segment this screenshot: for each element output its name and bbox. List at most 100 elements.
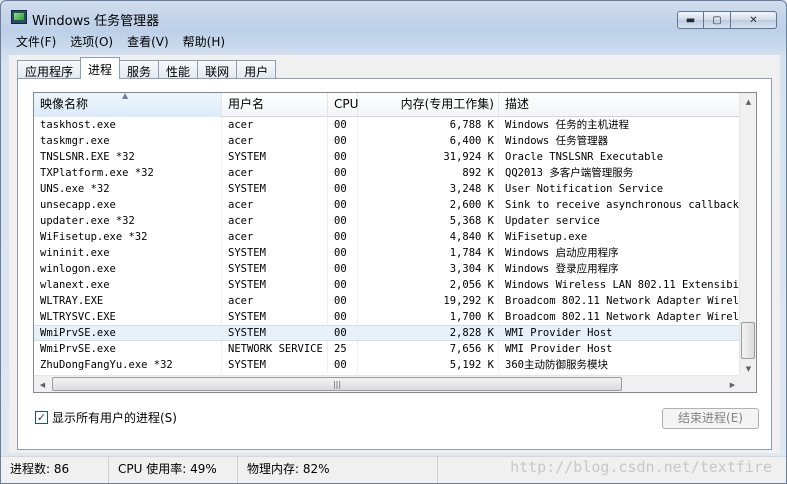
show-all-users-label: 显示所有用户的进程(S) [52, 411, 177, 425]
table-row[interactable]: TNSLSNR.EXE *32 SYSTEM 00 31,924 K Oracle TN… [34, 149, 741, 165]
table-row[interactable]: ZhuDongFangYu.exe *32 SYSTEM 00 5,192 K 360主… [34, 357, 741, 373]
cell-cpu: 00 [328, 181, 358, 197]
vertical-scrollbar[interactable]: ▲ ▼ [739, 93, 756, 377]
cell-memory: 892 K [358, 165, 499, 181]
process-list[interactable]: ▲ 映像名称 用户名 CPU 内存(专用工作集) 描述 taskhost.exe… [33, 92, 757, 393]
horizontal-scroll-thumb[interactable]: ||| [52, 377, 622, 391]
cell-user-name: acer [222, 117, 328, 133]
tab-services[interactable]: 服务 [119, 60, 160, 79]
maximize-icon: ▢ [712, 14, 722, 26]
vertical-scroll-thumb[interactable] [741, 322, 755, 359]
table-row[interactable]: WmiPrvSE.exe NETWORK SERVICE 25 7,656 K WMI … [34, 341, 741, 357]
cell-memory: 5,192 K [358, 357, 499, 373]
column-headers: ▲ 映像名称 用户名 CPU 内存(专用工作集) 描述 [34, 93, 741, 117]
cell-user-name: acer [222, 133, 328, 149]
cell-description: User Notification Service [505, 183, 664, 195]
window-title: Windows 任务管理器 [32, 14, 160, 29]
table-row[interactable]: winlogon.exe SYSTEM 00 3,304 K Windows 登录应用程… [34, 261, 741, 277]
table-row[interactable]: WLTRYSVC.EXE SYSTEM 00 1,700 K Broadcom 802.… [34, 309, 741, 325]
cell-cpu: 00 [328, 326, 358, 340]
cell-cpu: 00 [328, 149, 358, 165]
cell-user-name: acer [222, 165, 328, 181]
cell-description: WMI Provider Host [505, 327, 613, 339]
show-all-users-option[interactable]: ✓ 显示所有用户的进程(S) [35, 409, 177, 426]
column-description[interactable]: 描述 [499, 93, 741, 117]
cell-memory: 2,828 K [358, 326, 499, 340]
menu-help[interactable]: 帮助(H) [176, 31, 232, 51]
end-process-button[interactable]: 结束进程(E) [662, 408, 759, 429]
cell-memory: 4,840 K [358, 229, 499, 245]
table-row[interactable]: WmiPrvSE.exe SYSTEM 00 2,828 K WMI Provider … [34, 325, 741, 341]
cell-cpu: 00 [328, 165, 358, 181]
tab-performance[interactable]: 性能 [158, 60, 199, 79]
cell-description: WMI Provider Host [505, 343, 613, 355]
menu-file[interactable]: 文件(F) [9, 31, 63, 51]
cell-image-name: ZhuDongFangYu.exe *32 [34, 357, 222, 373]
cell-memory: 3,304 K [358, 261, 499, 277]
arrow-up-icon: ▲ [745, 97, 752, 106]
title-bar[interactable]: Windows 任务管理器 ▬ ▢ ✕ [1, 1, 786, 31]
cell-image-name: wininit.exe [34, 245, 222, 261]
cell-user-name: acer [222, 197, 328, 213]
cell-user-name: NETWORK SERVICE [222, 341, 328, 357]
minimize-button[interactable]: ▬ [677, 11, 704, 29]
process-rows: taskhost.exe acer 00 6,788 K Windows 任务的主机进程… [34, 117, 741, 373]
show-all-users-checkbox[interactable]: ✓ [35, 411, 48, 424]
table-row[interactable]: taskmgr.exe acer 00 6,400 K Windows 任务管理器 [34, 133, 741, 149]
cell-description: Oracle TNSLSNR Executable [505, 151, 664, 163]
table-row[interactable]: taskhost.exe acer 00 6,788 K Windows 任务的主机进程 [34, 117, 741, 133]
cell-description: Sink to receive asynchronous callbacks f… [505, 199, 741, 211]
scroll-up-button[interactable]: ▲ [740, 93, 756, 110]
scrollbar-corner [739, 375, 756, 392]
menu-view[interactable]: 查看(V) [120, 31, 176, 51]
column-user-name[interactable]: 用户名 [222, 93, 328, 117]
column-image-name[interactable]: ▲ 映像名称 [34, 93, 222, 117]
cell-memory: 6,788 K [358, 117, 499, 133]
tab-processes[interactable]: 进程 [80, 57, 121, 79]
cell-user-name: acer [222, 293, 328, 309]
table-row[interactable]: TXPlatform.exe *32 acer 00 892 K QQ2013 多客户端… [34, 165, 741, 181]
arrow-right-icon: ▶ [729, 380, 736, 389]
table-row[interactable]: updater.exe *32 acer 00 5,368 K Updater serv… [34, 213, 741, 229]
cell-description: Windows 任务的主机进程 [505, 119, 630, 131]
cell-memory: 31,924 K [358, 149, 499, 165]
cell-memory: 19,292 K [358, 293, 499, 309]
tab-networking[interactable]: 联网 [197, 60, 238, 79]
cell-memory: 6,400 K [358, 133, 499, 149]
maximize-button[interactable]: ▢ [704, 11, 731, 29]
cell-description: Windows 启动应用程序 [505, 247, 619, 259]
cell-user-name: SYSTEM [222, 277, 328, 293]
cell-cpu: 00 [328, 309, 358, 325]
cell-description: Windows 登录应用程序 [505, 263, 619, 275]
status-bar: 进程数: 86 CPU 使用率: 49% 物理内存: 82% http://bl… [1, 456, 786, 483]
cell-description: Broadcom 802.11 Network Adapter Wireless [505, 295, 741, 307]
cell-image-name: taskhost.exe [34, 117, 222, 133]
cell-cpu: 00 [328, 117, 358, 133]
close-button[interactable]: ✕ [731, 11, 777, 29]
cell-image-name: taskmgr.exe [34, 133, 222, 149]
table-row[interactable]: unsecapp.exe acer 00 2,600 K Sink to receive… [34, 197, 741, 213]
menu-options[interactable]: 选项(O) [63, 31, 120, 51]
grip-icon: ||| [332, 379, 342, 389]
cell-image-name: winlogon.exe [34, 261, 222, 277]
table-row[interactable]: wlanext.exe SYSTEM 00 2,056 K Windows Wirele… [34, 277, 741, 293]
cell-description: 360主动防御服务模块 [505, 359, 608, 371]
table-row[interactable]: UNS.exe *32 SYSTEM 00 3,248 K User Notificat… [34, 181, 741, 197]
tab-applications[interactable]: 应用程序 [17, 60, 82, 79]
cell-memory: 7,656 K [358, 341, 499, 357]
column-cpu[interactable]: CPU [328, 93, 358, 117]
cell-image-name: WiFisetup.exe *32 [34, 229, 222, 245]
sort-ascending-icon: ▲ [122, 92, 129, 100]
horizontal-scrollbar[interactable]: ◀ ||| ▶ [34, 375, 741, 392]
column-memory[interactable]: 内存(专用工作集) [358, 93, 499, 117]
scroll-left-button[interactable]: ◀ [34, 376, 51, 392]
cell-image-name: unsecapp.exe [34, 197, 222, 213]
cell-cpu: 00 [328, 277, 358, 293]
cell-user-name: SYSTEM [222, 326, 328, 340]
table-row[interactable]: wininit.exe SYSTEM 00 1,784 K Windows 启动应用程序 [34, 245, 741, 261]
cell-image-name: wlanext.exe [34, 277, 222, 293]
tab-users[interactable]: 用户 [236, 60, 277, 79]
table-row[interactable]: WiFisetup.exe *32 acer 00 4,840 K WiFisetup.… [34, 229, 741, 245]
table-row[interactable]: WLTRAY.EXE acer 00 19,292 K Broadcom 802.11 … [34, 293, 741, 309]
cell-description: Broadcom 802.11 Network Adapter Wireless [505, 311, 741, 323]
